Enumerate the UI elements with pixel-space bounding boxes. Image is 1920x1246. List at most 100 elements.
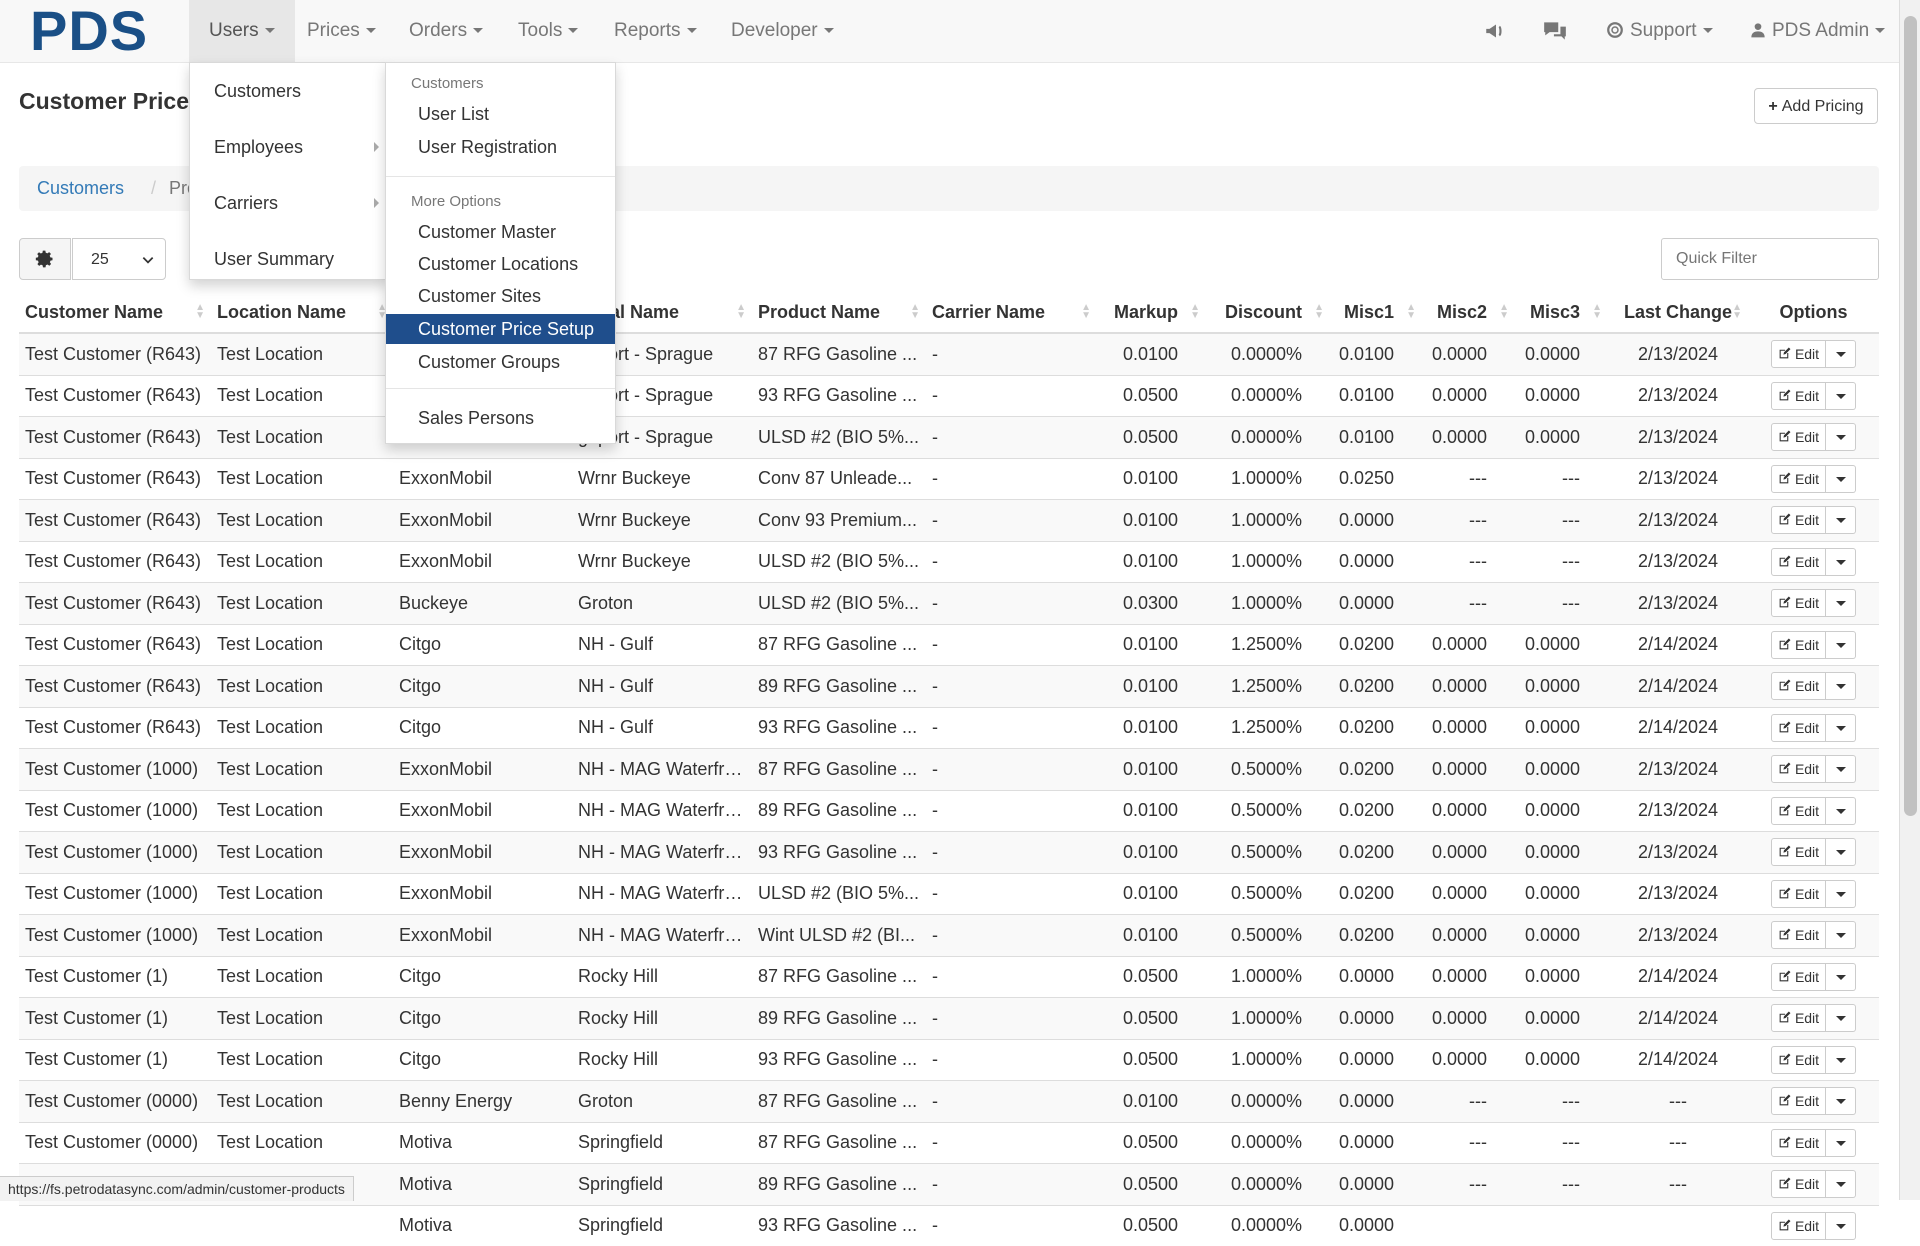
menu-item-carriers[interactable]: Carriers — [190, 175, 387, 231]
edit-dropdown-toggle[interactable] — [1826, 1128, 1857, 1157]
edit-dropdown-toggle[interactable] — [1826, 921, 1857, 950]
edit-button[interactable]: Edit — [1770, 589, 1827, 618]
table-cell: 0.0500 — [1097, 955, 1206, 998]
table-cell: 0.0000 — [1515, 623, 1608, 666]
brand-logo[interactable]: PDS — [30, 2, 148, 60]
edit-button[interactable]: Edit — [1770, 381, 1827, 410]
column-header[interactable]: Misc1 ▲ ▼ — [1330, 292, 1422, 334]
nav-orders[interactable]: Orders — [389, 0, 503, 62]
nav-developer[interactable]: Developer — [711, 0, 854, 62]
submenu-item-user-registration[interactable]: User Registration — [386, 132, 615, 162]
table-cell: - — [926, 1080, 1097, 1122]
table-cell: Rocky Hill — [572, 955, 752, 998]
edit-button[interactable]: Edit — [1770, 464, 1827, 493]
edit-button[interactable]: Edit — [1770, 1128, 1827, 1157]
edit-button[interactable]: Edit — [1770, 921, 1827, 950]
nav-prices[interactable]: Prices — [287, 0, 396, 62]
edit-button[interactable]: Edit — [1770, 796, 1827, 825]
edit-dropdown-toggle[interactable] — [1826, 796, 1857, 825]
edit-button[interactable]: Edit — [1770, 423, 1827, 452]
edit-button[interactable]: Edit — [1770, 879, 1827, 908]
nav-users[interactable]: Users — [189, 0, 295, 62]
edit-button[interactable]: Edit — [1770, 1004, 1827, 1033]
nav-reports[interactable]: Reports — [594, 0, 717, 62]
submenu-item-customer-price-setup[interactable]: Customer Price Setup — [386, 314, 615, 344]
column-header[interactable]: Last Change ▲ ▼ — [1608, 292, 1748, 334]
table-cell: 0.0000 — [1515, 1038, 1608, 1081]
edit-button[interactable]: Edit — [1770, 755, 1827, 784]
column-header[interactable]: Location Name ▲ ▼ — [211, 292, 393, 334]
edit-button[interactable]: Edit — [1770, 672, 1827, 701]
edit-dropdown-toggle[interactable] — [1826, 589, 1857, 618]
chevron-down-icon — [142, 257, 154, 264]
edit-dropdown-toggle[interactable] — [1826, 1087, 1857, 1116]
table-cell: 1.0000% — [1206, 457, 1330, 500]
menu-item-customers[interactable]: Customers — [190, 63, 387, 119]
edit-dropdown-toggle[interactable] — [1826, 1045, 1857, 1074]
nav-user-menu[interactable]: PDS Admin — [1730, 0, 1905, 62]
edit-dropdown-toggle[interactable] — [1826, 547, 1857, 576]
edit-dropdown-toggle[interactable] — [1826, 672, 1857, 701]
megaphone-icon[interactable] — [1483, 18, 1509, 44]
table-cell: Conv 93 Premium... — [752, 499, 926, 541]
edit-button[interactable]: Edit — [1770, 1170, 1827, 1199]
edit-label: Edit — [1794, 1093, 1820, 1110]
edit-dropdown-toggle[interactable] — [1826, 713, 1857, 742]
edit-dropdown-toggle[interactable] — [1826, 381, 1857, 410]
submenu-item-user-list[interactable]: User List — [386, 99, 615, 129]
edit-dropdown-toggle[interactable] — [1826, 1004, 1857, 1033]
table-cell — [1608, 1204, 1748, 1246]
submenu-item-sales-persons[interactable]: Sales Persons — [386, 403, 615, 433]
submenu-item-customer-groups[interactable]: Customer Groups — [386, 347, 615, 377]
column-header[interactable]: Product Name ▲ ▼ — [752, 292, 926, 334]
edit-dropdown-toggle[interactable] — [1826, 879, 1857, 908]
edit-button[interactable]: Edit — [1770, 1211, 1827, 1240]
menu-item-employees[interactable]: Employees — [190, 119, 387, 175]
edit-button[interactable]: Edit — [1770, 340, 1827, 369]
table-cell: 0.0500 — [1097, 1038, 1206, 1081]
edit-dropdown-toggle[interactable] — [1826, 464, 1857, 493]
submenu-item-customer-master[interactable]: Customer Master — [386, 217, 615, 247]
edit-dropdown-toggle[interactable] — [1826, 506, 1857, 535]
settings-button[interactable] — [19, 238, 71, 280]
column-header[interactable]: Markup ▲ ▼ — [1097, 292, 1206, 334]
breadcrumb-customers-link[interactable]: Customers — [37, 166, 124, 211]
quick-filter-input[interactable] — [1661, 238, 1879, 280]
nav-support[interactable]: Support — [1586, 0, 1733, 62]
edit-button[interactable]: Edit — [1770, 713, 1827, 742]
page-size-select[interactable]: 25 — [72, 238, 166, 280]
edit-button[interactable]: Edit — [1770, 962, 1827, 991]
column-header[interactable]: Customer Name ▲ ▼ — [19, 292, 211, 334]
scrollbar-thumb[interactable] — [1904, 16, 1917, 816]
column-header[interactable]: Discount ▲ ▼ — [1206, 292, 1330, 334]
edit-button-group: Edit — [1770, 921, 1857, 950]
edit-dropdown-toggle[interactable] — [1826, 1211, 1857, 1240]
edit-button[interactable]: Edit — [1770, 838, 1827, 867]
column-header[interactable]: Misc3 ▲ ▼ — [1515, 292, 1608, 334]
edit-button[interactable]: Edit — [1770, 630, 1827, 659]
edit-dropdown-toggle[interactable] — [1826, 340, 1857, 369]
add-pricing-button[interactable]: + Add Pricing — [1754, 88, 1878, 124]
edit-dropdown-toggle[interactable] — [1826, 962, 1857, 991]
column-header[interactable]: Carrier Name ▲ ▼ — [926, 292, 1097, 334]
edit-dropdown-toggle[interactable] — [1826, 1170, 1857, 1199]
edit-dropdown-toggle[interactable] — [1826, 630, 1857, 659]
edit-button[interactable]: Edit — [1770, 1087, 1827, 1116]
edit-button[interactable]: Edit — [1770, 506, 1827, 535]
table-cell: 0.0250 — [1330, 457, 1422, 500]
table-cell: 0.0000 — [1515, 665, 1608, 707]
table-cell: NH - Gulf — [572, 665, 752, 707]
edit-dropdown-toggle[interactable] — [1826, 838, 1857, 867]
menu-item-user-summary[interactable]: User Summary — [190, 231, 387, 287]
column-header[interactable]: Misc2 ▲ ▼ — [1422, 292, 1515, 334]
edit-button[interactable]: Edit — [1770, 1045, 1827, 1074]
edit-dropdown-toggle[interactable] — [1826, 755, 1857, 784]
chat-icon[interactable] — [1542, 18, 1568, 44]
submenu-item-customer-sites[interactable]: Customer Sites — [386, 281, 615, 311]
nav-tools[interactable]: Tools — [498, 0, 598, 62]
edit-dropdown-toggle[interactable] — [1826, 423, 1857, 452]
submenu-item-customer-locations[interactable]: Customer Locations — [386, 249, 615, 279]
edit-button[interactable]: Edit — [1770, 547, 1827, 576]
edit-icon — [1779, 596, 1791, 608]
page-scrollbar[interactable] — [1899, 0, 1920, 1200]
